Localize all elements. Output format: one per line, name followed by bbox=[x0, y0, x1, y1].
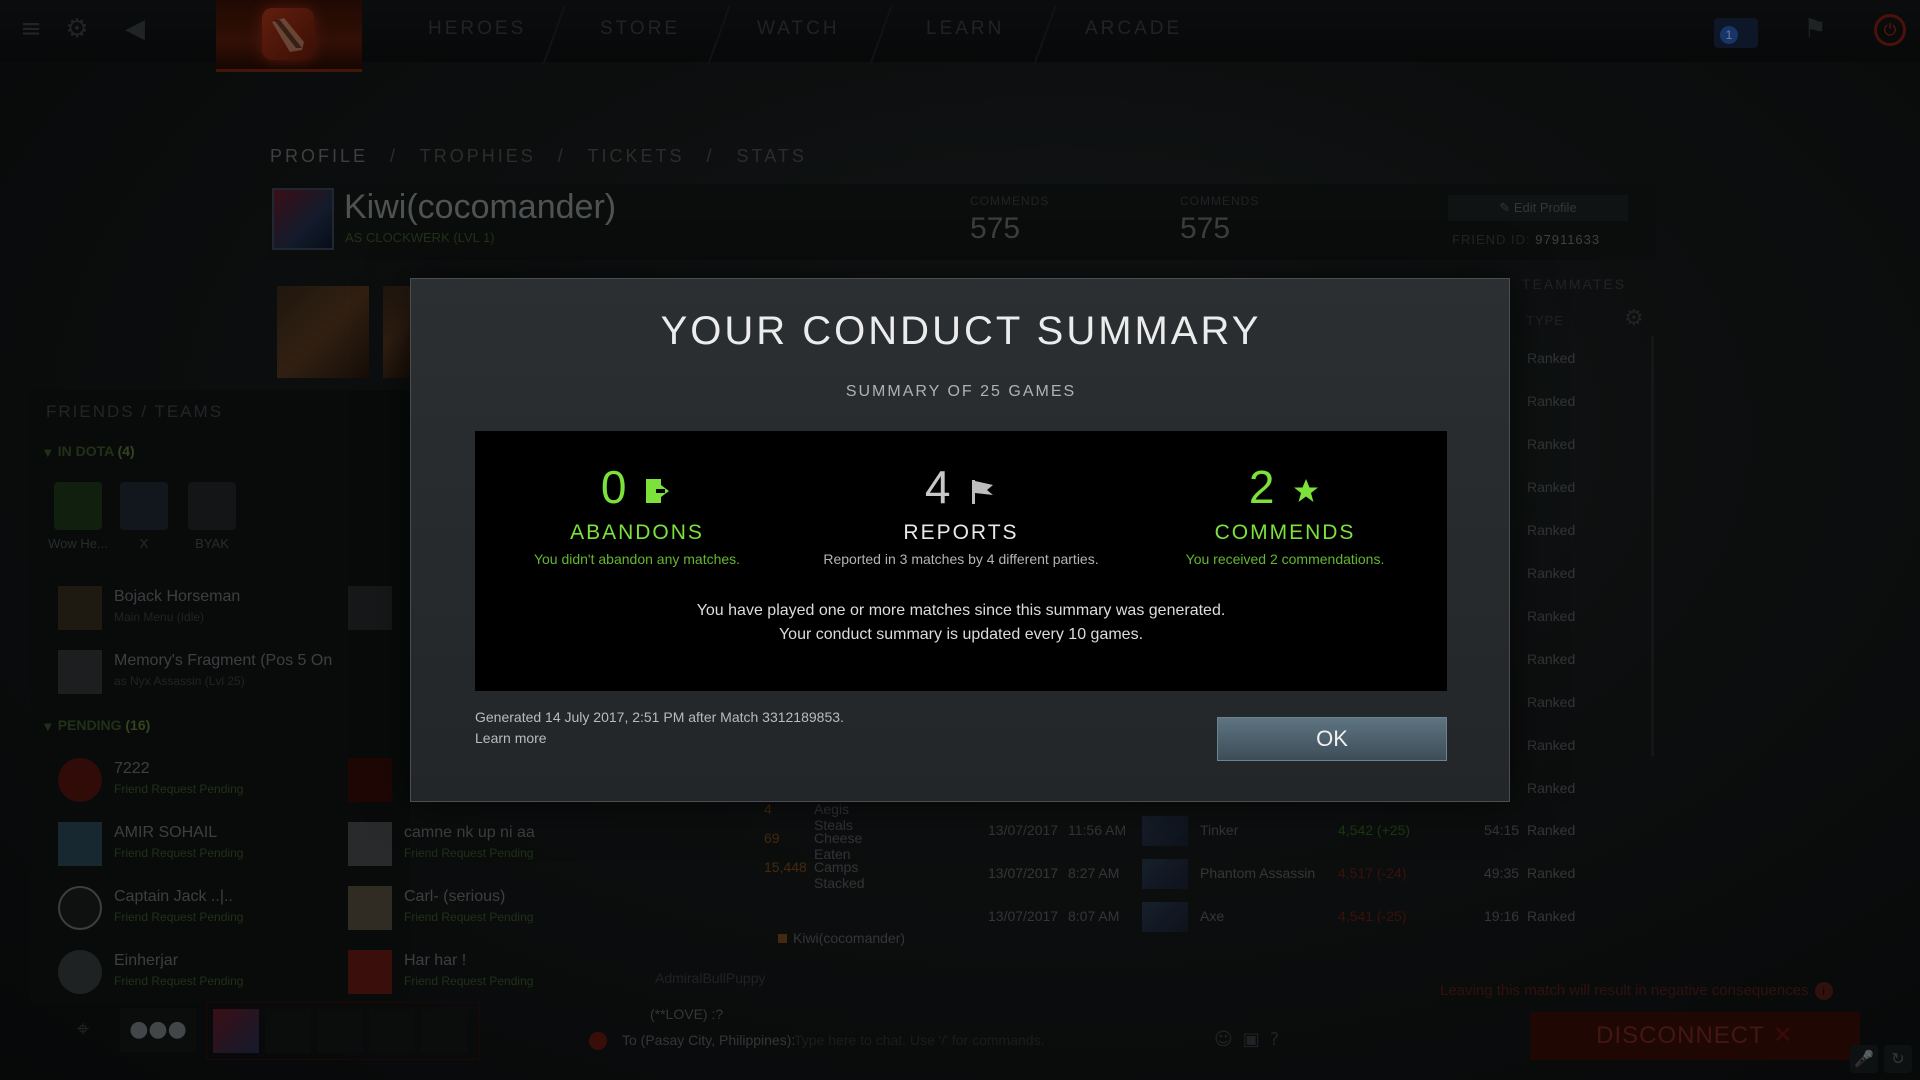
conduct-summary-dialog: YOUR CONDUCT SUMMARY SUMMARY OF 25 GAMES… bbox=[410, 278, 1510, 802]
summary-note: You have played one or more matches sinc… bbox=[475, 599, 1447, 647]
abandons-value: 0 bbox=[600, 461, 627, 513]
commends-column: 2 COMMENDS You received 2 commendations. bbox=[1123, 461, 1447, 567]
dialog-subtitle: SUMMARY OF 25 GAMES bbox=[845, 383, 1077, 400]
commends-label: COMMENDS bbox=[1214, 521, 1356, 544]
abandons-label: ABANDONS bbox=[570, 521, 704, 544]
abandons-description: You didn't abandon any matches. bbox=[533, 551, 741, 567]
commends-value: 2 bbox=[1248, 461, 1275, 513]
commends-description: You received 2 commendations. bbox=[1185, 551, 1385, 567]
dialog-title: YOUR CONDUCT SUMMARY bbox=[660, 309, 1262, 353]
reports-value: 4 bbox=[924, 461, 951, 513]
conduct-stats-box: 0 ABANDONS You didn't abandon any matche… bbox=[475, 431, 1447, 691]
generated-timestamp: Generated 14 July 2017, 2:51 PM after Ma… bbox=[475, 709, 844, 725]
learn-more-link[interactable]: Learn more bbox=[475, 730, 547, 746]
abandons-column: 0 ABANDONS You didn't abandon any matche… bbox=[475, 461, 799, 567]
summary-note-line1: You have played one or more matches sinc… bbox=[696, 602, 1226, 619]
reports-description: Reported in 3 matches by 4 different par… bbox=[823, 551, 1099, 567]
summary-note-line2: Your conduct summary is updated every 10… bbox=[778, 626, 1144, 643]
reports-column: 4 REPORTS Reported in 3 matches by 4 dif… bbox=[799, 461, 1123, 567]
report-flag-icon bbox=[972, 479, 994, 504]
commend-star-icon bbox=[1294, 478, 1319, 502]
abandon-door-icon bbox=[646, 478, 670, 503]
reports-label: REPORTS bbox=[903, 521, 1019, 544]
ok-button[interactable]: OK bbox=[1217, 717, 1447, 761]
